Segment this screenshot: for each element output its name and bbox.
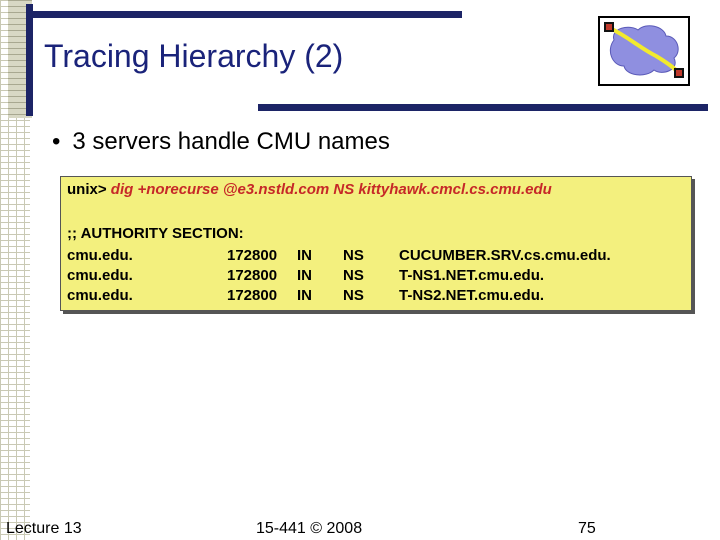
record-ttl: 172800 — [227, 287, 278, 304]
bullet-item: • 3 servers handle CMU names — [52, 128, 390, 156]
title-vertical-rule — [26, 4, 33, 116]
record-type: NS — [343, 287, 364, 304]
title-top-rule — [26, 11, 462, 18]
record-class: IN — [297, 287, 312, 304]
record-class: IN — [297, 267, 312, 284]
record-data: T-NS2.NET.cmu.edu. — [399, 287, 545, 304]
record-data: T-NS1.NET.cmu.edu. — [399, 267, 545, 284]
footer-page-number: 75 — [578, 520, 596, 537]
terminal-output-box: unix> dig +norecurse @e3.nstld.com NS ki… — [60, 176, 692, 311]
command-line: unix> dig +norecurse @e3.nstld.com NS ki… — [67, 181, 552, 198]
slide-title: Tracing Hierarchy (2) — [44, 38, 344, 74]
title-bottom-rule — [258, 104, 708, 111]
record-type: NS — [343, 247, 364, 264]
record-type: NS — [343, 267, 364, 284]
footer-course-copyright: 15-441 © 2008 — [256, 520, 363, 537]
bullet-text: 3 servers handle CMU names — [72, 128, 390, 155]
authority-section-header: ;; AUTHORITY SECTION: — [67, 225, 244, 242]
record-ttl: 172800 — [227, 247, 278, 264]
record-name: cmu.edu. — [67, 247, 133, 264]
record-ttl: 172800 — [227, 267, 278, 284]
bullet-dot: • — [52, 128, 61, 155]
record-data: CUCUMBER.SRV.cs.cmu.edu. — [399, 247, 611, 264]
network-logo-icon — [598, 16, 690, 86]
record-class: IN — [297, 247, 312, 264]
command-prompt: unix> — [67, 181, 107, 198]
record-name: cmu.edu. — [67, 267, 133, 284]
command-text: dig +norecurse @e3.nstld.com NS kittyhaw… — [110, 181, 552, 198]
footer-lecture-label: Lecture 13 — [6, 520, 82, 537]
record-name: cmu.edu. — [67, 287, 133, 304]
